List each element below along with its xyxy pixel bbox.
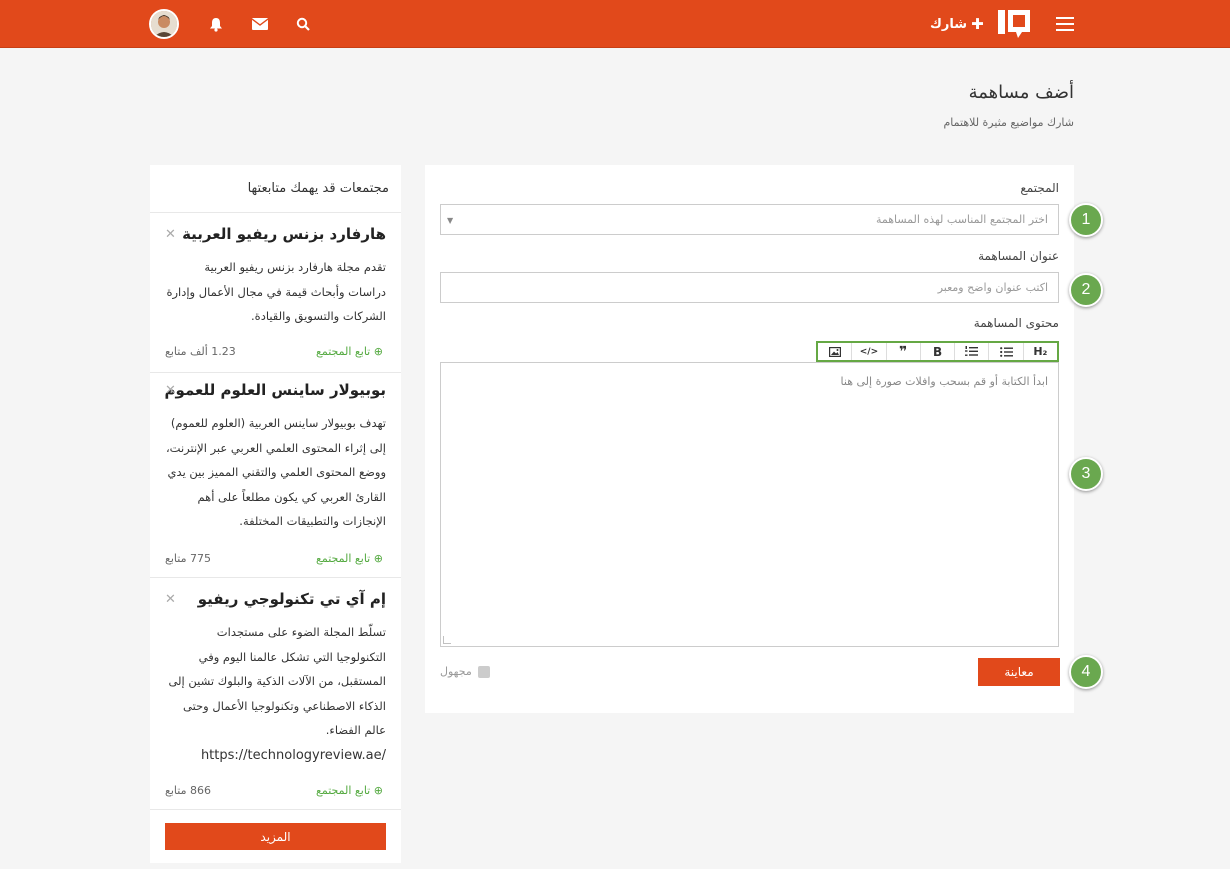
community-description: تهدف بوبيولار ساينس العربية (العلوم للعم… — [165, 416, 386, 528]
heading-icon: H₂ — [1033, 345, 1048, 358]
community-card: بوبيولار ساينس العلوم للعموم ✕ تهدف بوبي… — [165, 381, 386, 571]
community-description: تقدم مجلة هارفارد بزنس ريفيو العربية درا… — [166, 260, 386, 323]
top-navbar: ✚ شارك — [0, 0, 1230, 48]
close-icon[interactable]: ✕ — [165, 383, 176, 398]
plus-circle-icon: ⊕ — [373, 784, 383, 797]
community-name[interactable]: إم آي تي تكنولوجي ريفيو — [198, 590, 386, 608]
step-marker-2: 2 — [1069, 273, 1103, 307]
anonymous-checkbox[interactable] — [477, 665, 490, 678]
contribution-form: المجتمع اختر المجتمع المناسب لهذه المساه… — [425, 165, 1074, 713]
community-card: إم آي تي تكنولوجي ريفيو ✕ تسلّط المجلة ا… — [165, 590, 386, 805]
community-url[interactable]: https://technologyreview.ae/ — [201, 748, 386, 763]
editor-placeholder: ابدأ الكتابة أو قم بسحب وافلات صورة إلى … — [840, 375, 1048, 388]
resize-grip-icon[interactable] — [443, 636, 451, 644]
community-name[interactable]: بوبيولار ساينس العلوم للعموم — [165, 381, 386, 399]
code-icon: </> — [859, 346, 879, 357]
divider — [150, 577, 401, 578]
ordered-list-icon — [965, 346, 979, 356]
bullet-list-icon — [999, 346, 1013, 357]
logo[interactable] — [996, 8, 1032, 40]
step-marker-3: 3 — [1069, 457, 1103, 491]
follow-button[interactable]: ⊕ تابع المجتمع — [316, 784, 383, 797]
share-button[interactable]: ✚ شارك — [930, 14, 984, 34]
search-icon[interactable] — [292, 13, 314, 35]
follower-count: 866 متابع — [165, 784, 211, 797]
sidebar-title: مجتمعات قد يهمك متابعتها — [247, 181, 389, 196]
title-input[interactable]: اكتب عنوان واضح ومعبر — [440, 272, 1059, 303]
community-description: تسلّط المجلة الضوء على مستجدات التكنولوج… — [165, 620, 386, 768]
editor-toolbar: H₂ B ❞ </> — [816, 341, 1059, 362]
envelope-icon[interactable] — [249, 13, 271, 35]
divider — [150, 809, 401, 810]
anonymous-option[interactable]: مجهول — [440, 665, 490, 678]
close-icon[interactable]: ✕ — [165, 592, 176, 607]
community-name[interactable]: هارفارد بزنس ريفيو العربية — [182, 225, 386, 243]
community-label: المجتمع — [1020, 181, 1059, 195]
heading-button[interactable]: H₂ — [1022, 343, 1057, 360]
follower-count: 1.23 ألف متابع — [165, 345, 236, 358]
share-label: شارك — [930, 16, 968, 32]
page-title: أضف مساهمة — [968, 82, 1074, 103]
step-marker-4: 4 — [1069, 655, 1103, 689]
community-card: هارفارد بزنس ريفيو العربية ✕ تقدم مجلة ه… — [165, 225, 386, 365]
community-placeholder: اختر المجتمع المناسب لهذه المساهمة — [875, 213, 1048, 226]
community-description-text: تسلّط المجلة الضوء على مستجدات التكنولوج… — [168, 625, 386, 737]
content-label: محتوى المساهمة — [973, 316, 1059, 330]
quote-icon: ❞ — [899, 343, 908, 360]
follow-label: تابع المجتمع — [316, 345, 371, 358]
close-icon[interactable]: ✕ — [165, 227, 176, 242]
chevron-down-icon: ▼ — [447, 216, 454, 225]
plus-circle-icon: ⊕ — [373, 552, 383, 565]
bullet-list-button[interactable] — [988, 343, 1022, 360]
suggested-communities: مجتمعات قد يهمك متابعتها هارفارد بزنس ري… — [150, 165, 401, 863]
ordered-list-button[interactable] — [954, 343, 988, 360]
anonymous-label: مجهول — [440, 665, 472, 678]
page-subtitle: شارك مواضيع مثيرة للاهتمام — [943, 116, 1074, 129]
title-placeholder: اكتب عنوان واضح ومعبر — [937, 281, 1048, 294]
more-button[interactable]: المزيد — [165, 823, 386, 850]
community-select[interactable]: اختر المجتمع المناسب لهذه المساهمة ▼ — [440, 204, 1059, 235]
divider — [150, 372, 401, 373]
title-label: عنوان المساهمة — [978, 249, 1059, 263]
plus-circle-icon: ⊕ — [373, 345, 383, 358]
divider — [150, 212, 401, 213]
image-button[interactable] — [818, 343, 851, 360]
follow-label: تابع المجتمع — [316, 552, 371, 565]
plus-icon: ✚ — [971, 15, 984, 33]
follower-count: 775 متابع — [165, 552, 211, 565]
bold-icon: B — [932, 344, 943, 359]
follow-button[interactable]: ⊕ تابع المجتمع — [316, 345, 383, 358]
preview-button[interactable]: معاينة — [978, 658, 1060, 686]
menu-icon[interactable] — [1054, 14, 1076, 34]
bell-icon[interactable] — [205, 13, 227, 35]
step-marker-1: 1 — [1069, 203, 1103, 237]
avatar[interactable] — [149, 9, 179, 39]
follow-label: تابع المجتمع — [316, 784, 371, 797]
quote-button[interactable]: ❞ — [885, 343, 920, 360]
code-button[interactable]: </> — [851, 343, 885, 360]
bold-button[interactable]: B — [919, 343, 954, 360]
follow-button[interactable]: ⊕ تابع المجتمع — [316, 552, 383, 565]
content-editor[interactable]: ابدأ الكتابة أو قم بسحب وافلات صورة إلى … — [440, 362, 1059, 647]
image-icon — [828, 346, 841, 357]
